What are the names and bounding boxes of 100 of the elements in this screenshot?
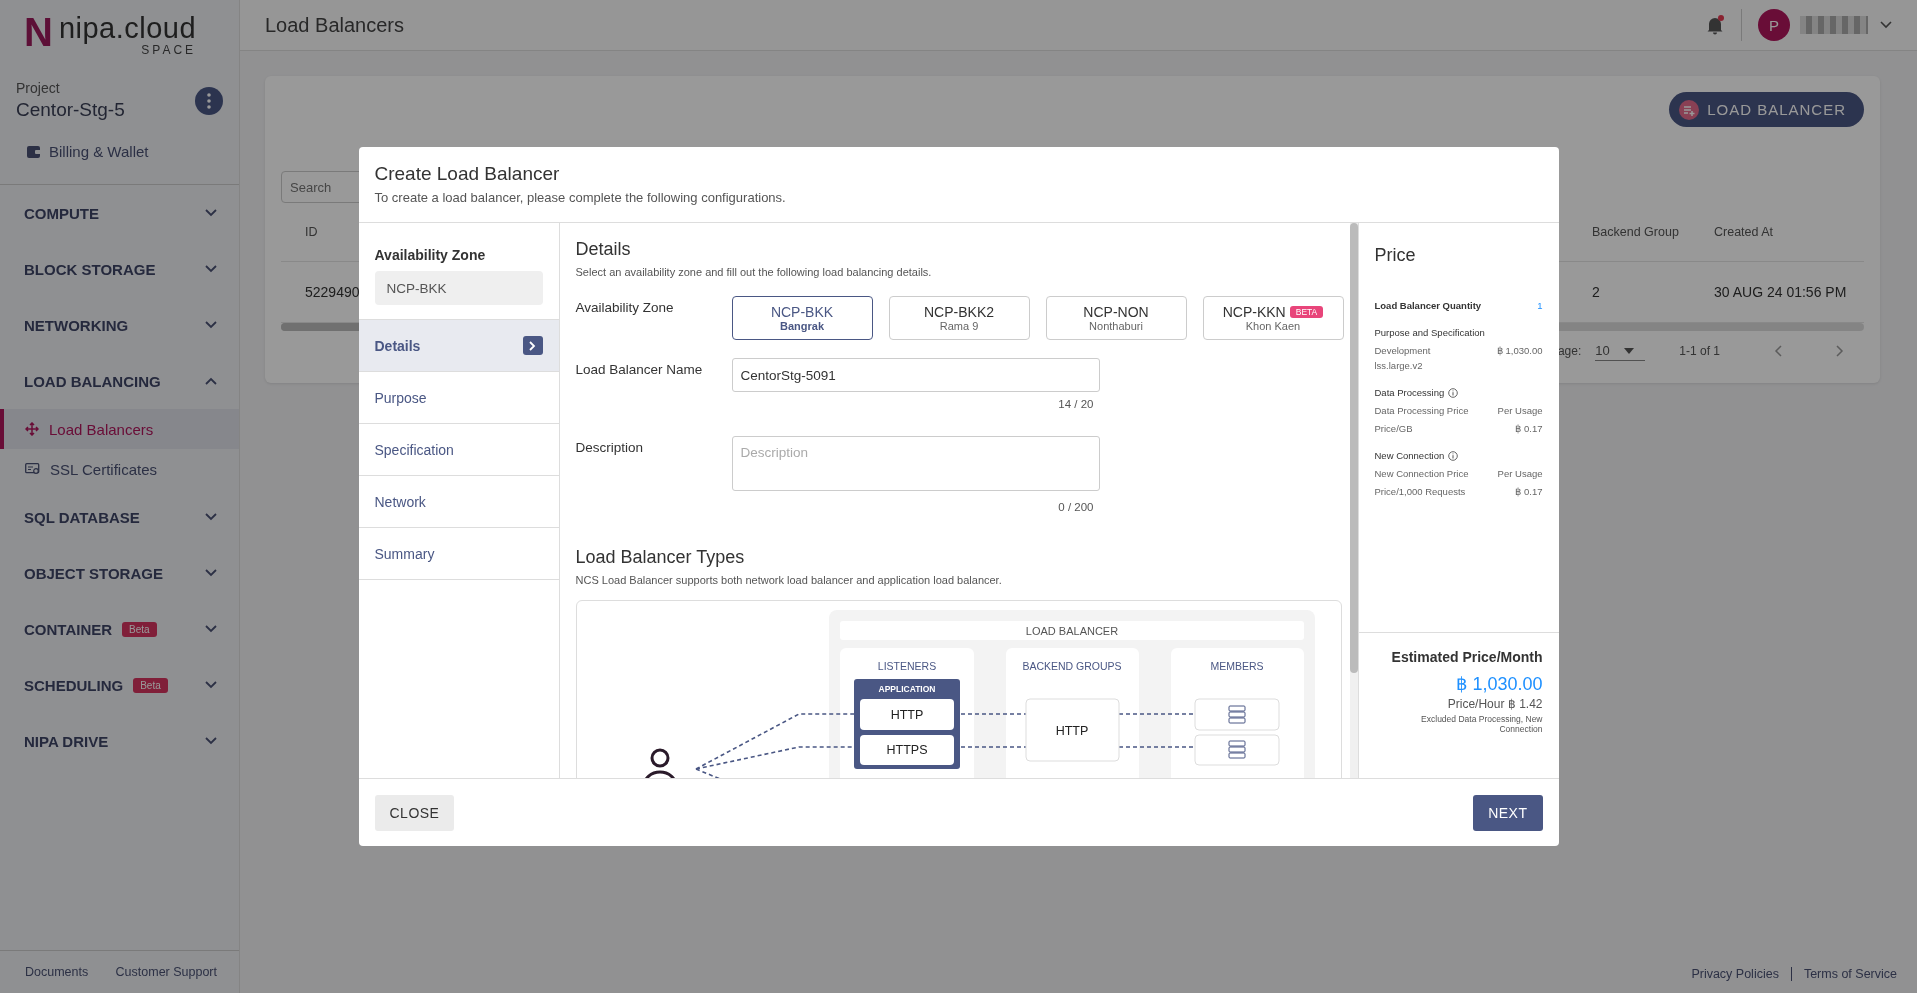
description-input-field[interactable]: Description bbox=[731, 436, 1100, 491]
estimate-value: ฿ 1,030.00 bbox=[1456, 673, 1543, 695]
section-description: Select an availability zone and fill out the following load balancing details. bbox=[575, 266, 933, 278]
column-header: Created At bbox=[1714, 225, 1774, 239]
nav-section[interactable]: LOAD BALANCING bbox=[0, 353, 239, 409]
nav-section[interactable]: CONTAINER Beta bbox=[0, 601, 239, 657]
page-title: Load Balancers bbox=[265, 13, 405, 37]
add-list-icon bbox=[1679, 99, 1700, 120]
nav-section[interactable]: NIPA DRIVE bbox=[0, 713, 239, 769]
column-header: ID bbox=[305, 225, 318, 239]
zone-option[interactable]: NCP-BKK Bangrak bbox=[731, 296, 873, 340]
more-vertical-icon bbox=[207, 92, 211, 109]
beta-badge: BETA bbox=[1289, 306, 1324, 318]
more-options-button[interactable] bbox=[195, 86, 223, 115]
redacted-username bbox=[1800, 16, 1868, 34]
arrows-icon bbox=[25, 422, 39, 436]
project-name: Centor-Stg-5 bbox=[16, 99, 125, 121]
table-cell: 5229490 bbox=[305, 284, 360, 300]
diagram-title: LOAD BALANCER bbox=[1025, 625, 1118, 637]
zone-option[interactable]: NCP-BKK2 Rama 9 bbox=[888, 296, 1030, 340]
estimate-note: Excluded Data Processing, New Connection bbox=[1420, 714, 1543, 734]
footer-link[interactable]: Documents bbox=[25, 965, 89, 979]
nav-section[interactable]: OBJECT STORAGE bbox=[0, 545, 239, 601]
price-item-label: Data Processing Price bbox=[1374, 405, 1469, 416]
close-button[interactable]: CLOSE bbox=[374, 794, 455, 831]
wallet-icon bbox=[27, 145, 41, 158]
page-range: 1-1 of 1 bbox=[1679, 344, 1720, 358]
rows-per-page-label: age: bbox=[1557, 344, 1582, 358]
logo-tagline: SPACE bbox=[141, 44, 197, 56]
step-item[interactable]: Network bbox=[358, 476, 559, 528]
price-item-label: Development bbox=[1374, 345, 1431, 356]
zone-option[interactable]: NCP-NON Nonthaburi bbox=[1045, 296, 1187, 340]
beta-badge: Beta bbox=[133, 677, 168, 693]
price-section-title: Data Processing bbox=[1374, 387, 1445, 398]
price-item-value: ฿ 0.17 bbox=[1515, 423, 1543, 434]
step-item[interactable]: Purpose bbox=[358, 372, 559, 424]
rows-per-page-select[interactable]: 10 bbox=[1595, 341, 1646, 361]
column-label: LISTENERS bbox=[877, 660, 936, 672]
price-item-label: Price/1,000 Requests bbox=[1374, 486, 1466, 497]
listener-label: HTTP bbox=[890, 708, 923, 722]
listener-group-label: APPLICATION bbox=[878, 684, 935, 694]
info-icon[interactable] bbox=[1448, 387, 1459, 398]
price-item-value: Per Usage bbox=[1497, 405, 1543, 416]
create-load-balancer-button[interactable]: LOAD BALANCER bbox=[1669, 92, 1864, 127]
section-title: Load Balancer Types bbox=[575, 547, 746, 568]
nav-section[interactable]: NETWORKING bbox=[0, 297, 239, 353]
footer-link[interactable]: Privacy Policies bbox=[1691, 967, 1779, 981]
chevron-right-icon bbox=[522, 336, 543, 355]
user-avatar[interactable]: P bbox=[1758, 9, 1790, 41]
project-label: Project bbox=[16, 80, 61, 96]
column-header: Backend Group bbox=[1592, 225, 1679, 239]
backend-group-label: HTTP bbox=[1055, 724, 1088, 738]
column-label: MEMBERS bbox=[1209, 660, 1264, 672]
step-item[interactable]: Details bbox=[358, 320, 559, 372]
next-button[interactable]: NEXT bbox=[1473, 794, 1543, 831]
notification-bell-icon[interactable] bbox=[1705, 15, 1725, 35]
price-title: Price bbox=[1374, 245, 1417, 266]
section-description: NCS Load Balancer supports both network load balancer and application load balancer. bbox=[575, 574, 1003, 586]
column-label: BACKEND GROUPS bbox=[1021, 660, 1122, 672]
zone-option[interactable]: NCP-KKN BETA Khon Kaen bbox=[1202, 296, 1344, 340]
nav-section[interactable]: SCHEDULING Beta bbox=[0, 657, 239, 713]
quantity-value: 1 bbox=[1537, 300, 1543, 311]
logo-mark: N bbox=[24, 12, 53, 52]
vertical-scrollbar[interactable] bbox=[1349, 223, 1358, 778]
nav-section[interactable]: BLOCK STORAGE bbox=[0, 241, 239, 297]
zone-display-field: NCP-BKK bbox=[374, 271, 543, 305]
chevron-icon[interactable] bbox=[1880, 21, 1892, 29]
listener-label: HTTPS bbox=[886, 743, 927, 757]
character-counter: 0 / 200 bbox=[1057, 501, 1095, 513]
nav-item[interactable]: Load Balancers bbox=[0, 409, 239, 449]
nav-section[interactable]: COMPUTE bbox=[0, 185, 239, 241]
nav-item[interactable]: SSL Certificates bbox=[0, 449, 239, 489]
name-input-field[interactable]: CentorStg-5091 bbox=[731, 358, 1100, 392]
logo-name: nipa.cloud bbox=[58, 12, 197, 44]
step-item[interactable]: Specification bbox=[358, 424, 559, 476]
step-item[interactable]: Summary bbox=[358, 528, 559, 580]
hourly-price: Price/Hour ฿ 1.42 bbox=[1447, 697, 1543, 711]
field-label: Load Balancer Name bbox=[575, 361, 704, 379]
beta-badge: Beta bbox=[122, 621, 157, 637]
quantity-label: Load Balancer Quantity bbox=[1374, 300, 1482, 311]
server-icon bbox=[1228, 740, 1245, 759]
nav-section[interactable]: SQL DATABASE bbox=[0, 489, 239, 545]
zone-label: Availability Zone bbox=[374, 247, 487, 263]
footer-link[interactable]: Terms of Service bbox=[1803, 967, 1897, 981]
price-item-sublabel: lss.large.v2 bbox=[1374, 360, 1424, 371]
footer-link[interactable]: Customer Support bbox=[115, 965, 217, 979]
price-item-value: ฿ 1,030.00 bbox=[1496, 345, 1543, 358]
price-item-value: ฿ 0.17 bbox=[1515, 486, 1543, 497]
section-title: Details bbox=[575, 239, 632, 260]
price-item-label: Price/GB bbox=[1374, 423, 1413, 434]
character-counter: 14 / 20 bbox=[1057, 398, 1095, 410]
previous-page-icon[interactable] bbox=[1774, 345, 1782, 357]
price-item-value: Per Usage bbox=[1497, 468, 1543, 479]
table-cell: 2 bbox=[1592, 284, 1600, 300]
field-label: Availability Zone bbox=[575, 299, 675, 317]
next-page-icon[interactable] bbox=[1836, 345, 1844, 357]
price-section-title: New Connection bbox=[1374, 450, 1445, 461]
billing-link[interactable]: Billing & Wallet bbox=[0, 121, 239, 185]
info-icon[interactable] bbox=[1448, 450, 1459, 461]
caret-down-icon bbox=[1623, 347, 1634, 354]
